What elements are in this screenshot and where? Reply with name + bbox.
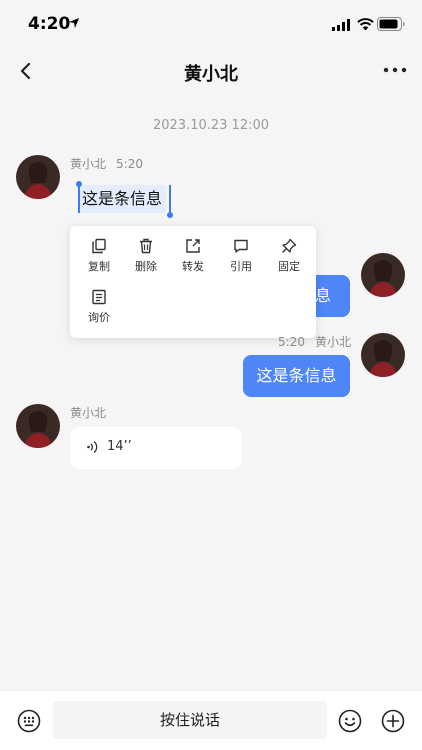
quote-icon [234,239,248,253]
menu-label: 删除 [135,260,157,273]
menu-label: 固定 [278,260,300,273]
selection-handle-end[interactable] [169,185,171,213]
menu-label: 引用 [230,260,252,273]
trash-icon [140,238,152,254]
voice-message-bubble[interactable]: 14’’ [70,427,242,469]
avatar[interactable] [361,253,405,297]
selected-message-text[interactable]: 这是条信息 [78,185,167,213]
avatar[interactable] [361,333,405,377]
avatar-image [361,333,405,377]
selection-handle-start[interactable] [78,185,80,213]
battery-icon [377,17,405,31]
avatar[interactable] [16,404,60,448]
hold-to-talk-button[interactable]: 按住说话 [53,701,327,739]
message-meta: 5:20 黄小北 [278,333,351,350]
selection-handle-end-knob[interactable] [167,212,173,218]
menu-label: 复制 [88,260,110,273]
signal-icon [332,19,350,31]
message-text: 息 [315,286,332,305]
message-bubble[interactable]: 这是条信息 [243,355,350,397]
copy-icon [92,238,106,254]
input-bar: 按住说话 [0,690,422,750]
more-actions-button[interactable] [381,709,405,737]
nav-bar: 黄小北 [0,48,422,94]
sender-name: 黄小北 [70,157,107,171]
plus-icon [381,709,405,733]
message-time: 5:20 [116,157,143,171]
page-title: 黄小北 [184,64,238,85]
avatar-image [16,155,60,199]
message-context-menu: 复制 删除 转发 引用 固定 询价 [70,226,316,338]
menu-item-copy[interactable]: 复制 [74,238,124,286]
menu-item-forward[interactable]: 转发 [168,238,218,286]
forward-icon [186,239,200,253]
avatar-image [16,404,60,448]
wifi-icon [357,18,374,31]
menu-label: 转发 [182,260,204,273]
keyboard-toggle-button[interactable] [17,709,41,737]
menu-item-inquiry[interactable]: 询价 [74,289,124,337]
more-dots-icon [383,67,407,73]
menu-label: 询价 [88,311,110,324]
emoji-button[interactable] [338,709,362,737]
menu-item-delete[interactable]: 删除 [121,238,171,286]
menu-item-quote[interactable]: 引用 [216,238,266,286]
message-meta: 黄小北 [70,404,106,421]
chat-timestamp: 2023.10.23 12:00 [152,118,270,133]
voice-wave-icon [87,440,98,454]
location-arrow-icon [69,18,79,28]
message-meta: 黄小北 5:20 [70,155,143,172]
emoji-icon [338,709,362,733]
sender-name: 黄小北 [70,406,107,420]
status-time: 4:20 [28,14,71,34]
keyboard-icon [17,709,41,733]
pin-icon [282,238,297,253]
more-button[interactable] [382,60,408,80]
voice-duration: 14’’ [107,439,132,454]
menu-item-pin[interactable]: 固定 [264,238,314,286]
avatar[interactable] [16,155,60,199]
sender-name: 黄小北 [314,335,351,349]
message-time: 5:20 [278,335,305,349]
message-text: 这是条信息 [256,366,337,385]
status-bar: 4:20 [0,0,422,48]
inquiry-icon [92,289,106,305]
avatar-image [361,253,405,297]
